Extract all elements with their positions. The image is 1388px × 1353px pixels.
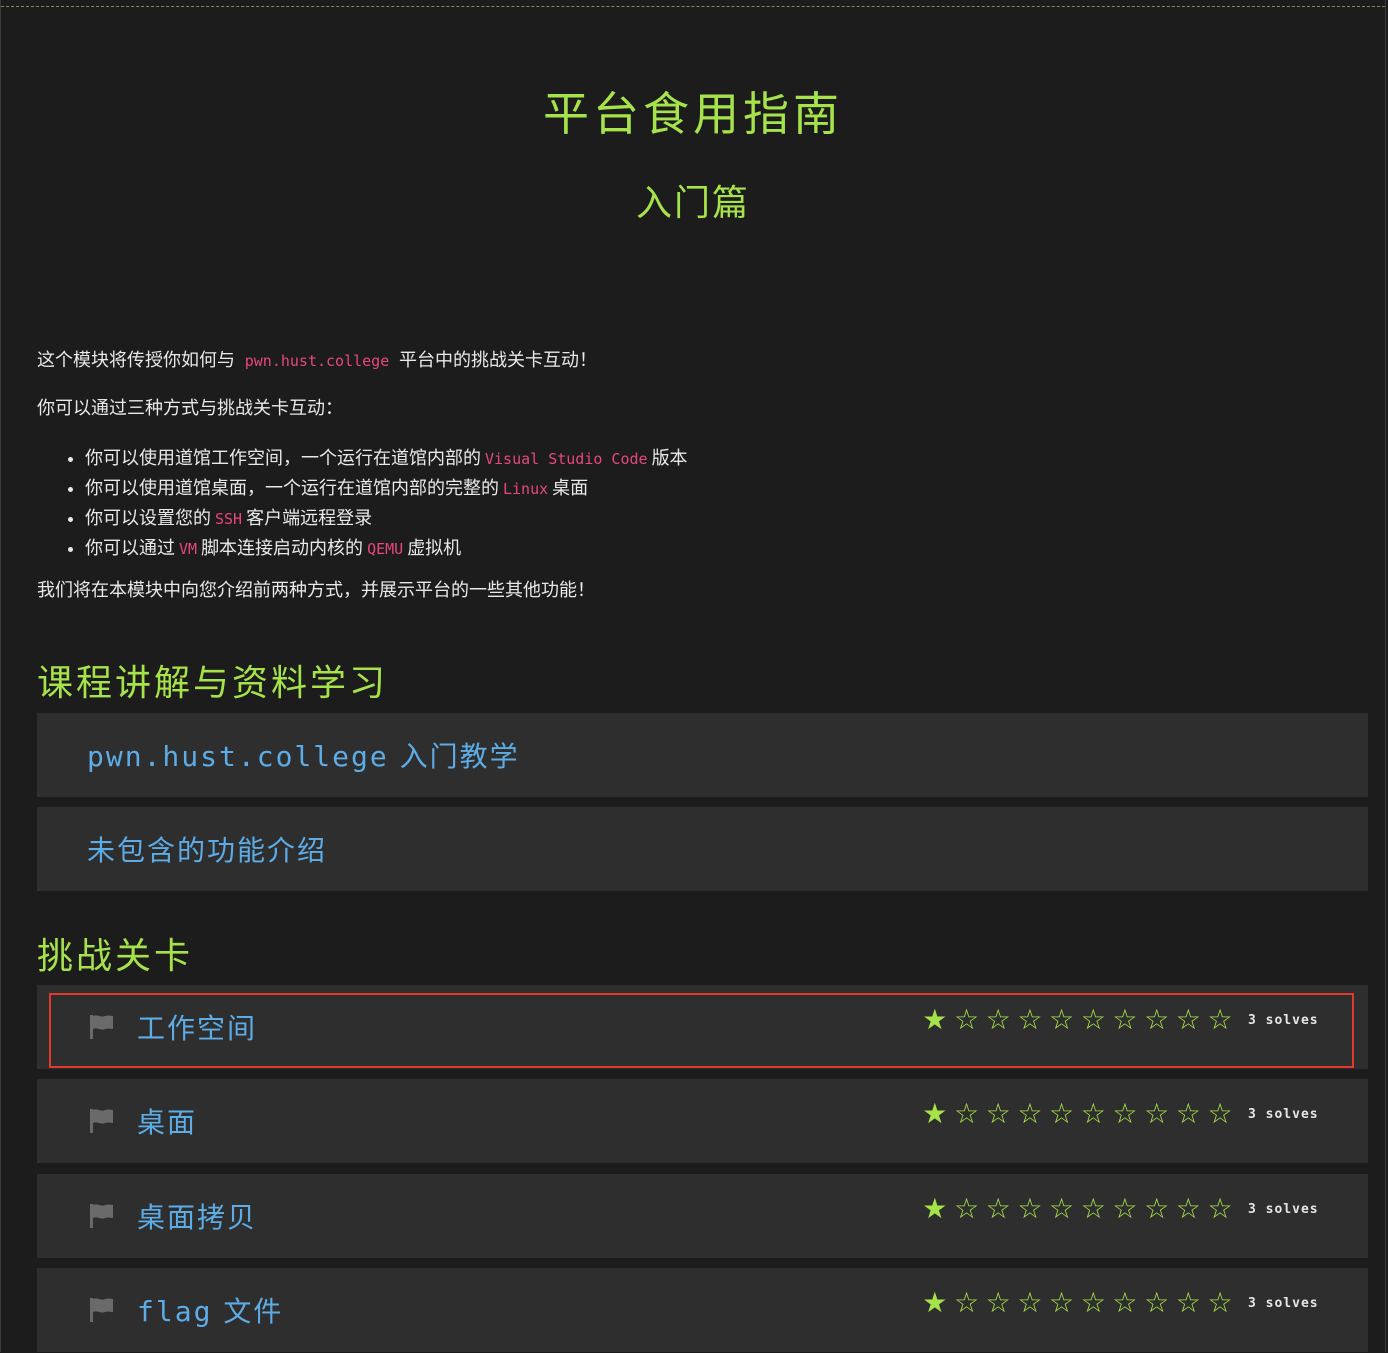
bullet-text: 脚本连接启动内核的 bbox=[201, 538, 364, 559]
star-empty-icon: ☆ bbox=[1175, 1192, 1201, 1225]
star-empty-icon: ☆ bbox=[985, 1286, 1011, 1319]
solves-count: 3 solves bbox=[1248, 1202, 1319, 1217]
star-empty-icon: ☆ bbox=[1049, 1097, 1075, 1130]
list-item: 你可以设置您的SSH客户端远程登录 bbox=[85, 504, 688, 534]
star-empty-icon: ☆ bbox=[985, 1192, 1011, 1225]
challenge-card-flag-file[interactable]: flag 文件 ★ ☆ ☆ ☆ ☆ ☆ ☆ ☆ ☆ ☆ 3 solves bbox=[37, 1268, 1368, 1352]
bullet-text: 你可以通过 bbox=[85, 538, 175, 559]
star-empty-icon: ☆ bbox=[1144, 1286, 1170, 1319]
challenge-title-text: 文件 bbox=[223, 1295, 284, 1328]
star-empty-icon: ☆ bbox=[1144, 1192, 1170, 1225]
intro-line-2: 你可以通过三种方式与挑战关卡互动： bbox=[37, 398, 343, 419]
intro-code-domain: pwn.hust.college bbox=[244, 352, 390, 370]
star-empty-icon: ☆ bbox=[1144, 1097, 1170, 1130]
intro-line-1-pre: 这个模块将传授你如何与 bbox=[37, 350, 235, 371]
bullet-code: Visual Studio Code bbox=[485, 450, 648, 468]
star-empty-icon: ☆ bbox=[1175, 1286, 1201, 1319]
lecture-card-intro[interactable]: pwn.hust.college 入门教学 bbox=[37, 713, 1368, 797]
lecture-title[interactable]: pwn.hust.college 入门教学 bbox=[87, 735, 520, 775]
lectures-heading: 课程讲解与资料学习 bbox=[37, 663, 389, 704]
star-filled-icon: ★ bbox=[922, 1192, 948, 1225]
bullet-text: 客户端远程登录 bbox=[246, 508, 373, 529]
flag-icon bbox=[90, 1298, 113, 1322]
challenge-title-mono: flag bbox=[137, 1295, 213, 1328]
star-empty-icon: ☆ bbox=[1112, 1192, 1138, 1225]
page-subtitle: 入门篇 bbox=[635, 183, 750, 224]
intro-line-1-post: 平台中的挑战关卡互动！ bbox=[398, 350, 597, 371]
star-rating: ★ ☆ ☆ ☆ ☆ ☆ ☆ ☆ ☆ ☆ bbox=[919, 1286, 1236, 1319]
list-item: 你可以使用道馆工作空间，一个运行在道馆内部的Visual Studio Code… bbox=[85, 444, 688, 474]
bullet-text: 虚拟机 bbox=[407, 538, 462, 559]
star-filled-icon: ★ bbox=[922, 1003, 948, 1036]
star-empty-icon: ☆ bbox=[1207, 1192, 1233, 1225]
star-empty-icon: ☆ bbox=[1175, 1003, 1201, 1036]
star-empty-icon: ☆ bbox=[1207, 1097, 1233, 1130]
star-empty-icon: ☆ bbox=[1112, 1286, 1138, 1319]
star-empty-icon: ☆ bbox=[985, 1097, 1011, 1130]
star-empty-icon: ☆ bbox=[1080, 1003, 1106, 1036]
star-empty-icon: ☆ bbox=[1112, 1003, 1138, 1036]
star-filled-icon: ★ bbox=[922, 1286, 948, 1319]
bullet-text: 桌面 bbox=[552, 478, 589, 499]
star-empty-icon: ☆ bbox=[1175, 1097, 1201, 1130]
solves-count: 3 solves bbox=[1248, 1296, 1319, 1311]
challenge-title[interactable]: 桌面 bbox=[137, 1101, 197, 1141]
bullet-text: 你可以使用道馆工作空间，一个运行在道馆内部的 bbox=[85, 448, 481, 469]
list-item: 你可以通过VM脚本连接启动内核的QEMU虚拟机 bbox=[85, 534, 688, 564]
star-empty-icon: ☆ bbox=[1049, 1192, 1075, 1225]
bullet-text: 版本 bbox=[651, 448, 688, 469]
star-empty-icon: ☆ bbox=[1017, 1097, 1043, 1130]
lecture-title[interactable]: 未包含的功能介绍 bbox=[87, 829, 327, 869]
star-rating: ★ ☆ ☆ ☆ ☆ ☆ ☆ ☆ ☆ ☆ bbox=[919, 1097, 1236, 1130]
star-empty-icon: ☆ bbox=[1049, 1286, 1075, 1319]
solves-count: 3 solves bbox=[1248, 1013, 1319, 1028]
star-empty-icon: ☆ bbox=[953, 1286, 980, 1319]
challenge-card-workspace[interactable]: 工作空间 ★ ☆ ☆ ☆ ☆ ☆ ☆ ☆ ☆ ☆ 3 solves bbox=[37, 985, 1368, 1069]
star-empty-icon: ☆ bbox=[985, 1003, 1011, 1036]
list-item: 你可以使用道馆桌面，一个运行在道馆内部的完整的Linux桌面 bbox=[85, 474, 688, 504]
star-empty-icon: ☆ bbox=[1080, 1286, 1106, 1319]
intro-line-3: 我们将在本模块中向您介绍前两种方式，并展示平台的一些其他功能！ bbox=[37, 580, 595, 601]
bullet-code: SSH bbox=[215, 510, 243, 528]
bullet-code: Linux bbox=[503, 480, 549, 498]
star-empty-icon: ☆ bbox=[1112, 1097, 1138, 1130]
star-empty-icon: ☆ bbox=[1017, 1286, 1043, 1319]
top-divider bbox=[1, 6, 1385, 7]
intro-bullet-list: 你可以使用道馆工作空间，一个运行在道馆内部的Visual Studio Code… bbox=[37, 444, 688, 564]
bullet-text: 你可以设置您的 bbox=[85, 508, 211, 529]
challenges-heading: 挑战关卡 bbox=[37, 936, 194, 977]
star-empty-icon: ☆ bbox=[953, 1003, 980, 1036]
flag-icon bbox=[90, 1015, 113, 1039]
flag-icon bbox=[90, 1204, 113, 1228]
star-empty-icon: ☆ bbox=[953, 1192, 980, 1225]
star-empty-icon: ☆ bbox=[1207, 1003, 1233, 1036]
star-empty-icon: ☆ bbox=[1017, 1003, 1043, 1036]
bullet-text: 你可以使用道馆桌面，一个运行在道馆内部的完整的 bbox=[85, 478, 499, 499]
flag-icon bbox=[90, 1109, 113, 1133]
star-empty-icon: ☆ bbox=[1207, 1286, 1233, 1319]
star-filled-icon: ★ bbox=[922, 1097, 948, 1130]
star-empty-icon: ☆ bbox=[1080, 1097, 1106, 1130]
bullet-code: VM bbox=[179, 540, 198, 558]
star-rating: ★ ☆ ☆ ☆ ☆ ☆ ☆ ☆ ☆ ☆ bbox=[919, 1003, 1236, 1036]
challenge-title[interactable]: flag 文件 bbox=[137, 1290, 283, 1330]
challenge-title[interactable]: 工作空间 bbox=[137, 1007, 257, 1047]
bullet-code: QEMU bbox=[367, 540, 404, 558]
star-rating: ★ ☆ ☆ ☆ ☆ ☆ ☆ ☆ ☆ ☆ bbox=[919, 1192, 1236, 1225]
star-empty-icon: ☆ bbox=[1049, 1003, 1075, 1036]
lecture-card-features[interactable]: 未包含的功能介绍 bbox=[37, 807, 1368, 891]
challenge-title[interactable]: 桌面拷贝 bbox=[137, 1196, 257, 1236]
page-title: 平台食用指南 bbox=[543, 87, 843, 141]
star-empty-icon: ☆ bbox=[953, 1097, 980, 1130]
challenge-card-desktop-copy[interactable]: 桌面拷贝 ★ ☆ ☆ ☆ ☆ ☆ ☆ ☆ ☆ ☆ 3 solves bbox=[37, 1174, 1368, 1258]
lecture-title-text: 入门教学 bbox=[399, 740, 520, 773]
solves-count: 3 solves bbox=[1248, 1107, 1319, 1122]
lecture-title-mono: pwn.hust.college bbox=[87, 740, 389, 773]
challenge-card-desktop[interactable]: 桌面 ★ ☆ ☆ ☆ ☆ ☆ ☆ ☆ ☆ ☆ 3 solves bbox=[37, 1079, 1368, 1163]
star-empty-icon: ☆ bbox=[1144, 1003, 1170, 1036]
page: 平台食用指南 入门篇 这个模块将传授你如何与 pwn.hust.college … bbox=[0, 0, 1386, 1352]
star-empty-icon: ☆ bbox=[1080, 1192, 1106, 1225]
star-empty-icon: ☆ bbox=[1017, 1192, 1043, 1225]
intro-line-1: 这个模块将传授你如何与 pwn.hust.college 平台中的挑战关卡互动！ bbox=[37, 346, 597, 372]
